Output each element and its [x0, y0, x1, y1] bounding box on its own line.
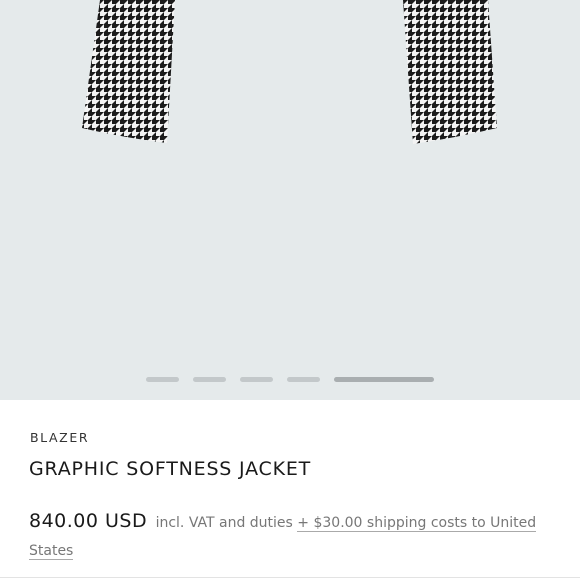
gallery-pagination [0, 377, 580, 383]
product-title: GRAPHIC SOFTNESS JACKET [29, 458, 312, 480]
price-block: 840.00 USD incl. VAT and duties + $30.00… [29, 507, 559, 565]
pagination-dot-4[interactable] [287, 377, 320, 382]
product-price: 840.00 USD [29, 510, 148, 532]
pagination-dot-3[interactable] [240, 377, 273, 382]
product-image-gallery[interactable] [0, 0, 580, 400]
pagination-dot-5-active[interactable] [334, 377, 434, 382]
right-sleeve [403, 0, 497, 144]
tax-note: incl. VAT and duties [155, 515, 293, 531]
pagination-dot-2[interactable] [193, 377, 226, 382]
divider [0, 577, 580, 578]
product-image [82, 0, 497, 144]
left-sleeve [82, 0, 175, 143]
product-info: BLAZER GRAPHIC SOFTNESS JACKET 840.00 US… [0, 400, 580, 580]
product-category: BLAZER [30, 430, 90, 445]
pagination-dot-1[interactable] [146, 377, 179, 382]
